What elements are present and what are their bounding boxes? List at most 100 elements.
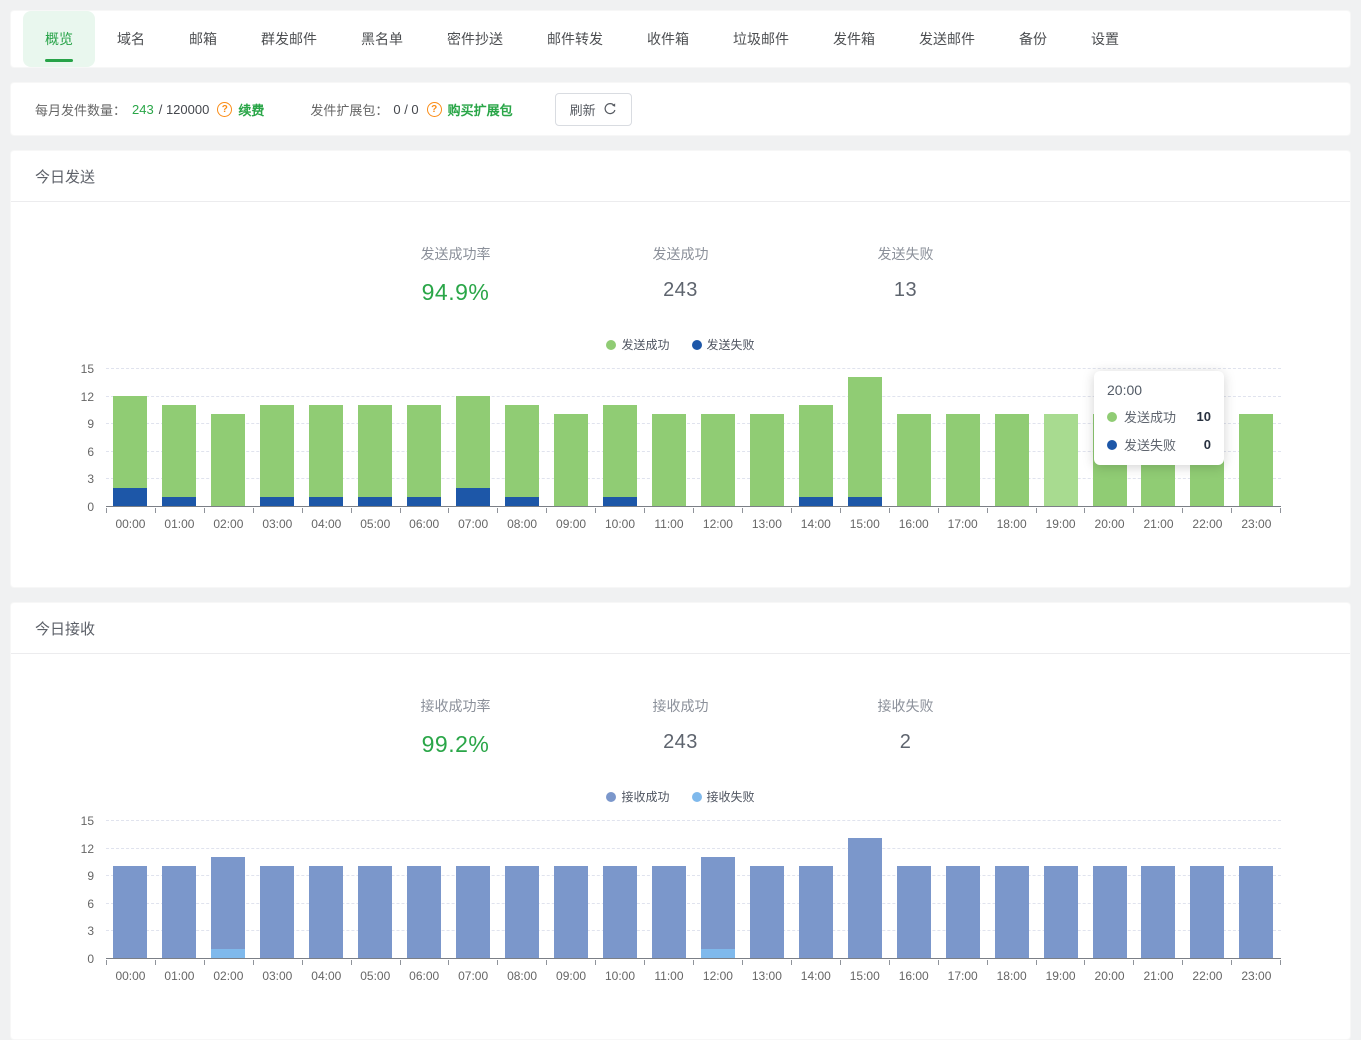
- bar-接收成功-05:00[interactable]: [358, 866, 392, 958]
- bar-接收成功-02:00[interactable]: [211, 857, 245, 949]
- bar-接收成功-04:00[interactable]: [309, 866, 343, 958]
- nav-tab-收件箱[interactable]: 收件箱: [625, 11, 711, 67]
- nav-tab-密件抄送[interactable]: 密件抄送: [425, 11, 525, 67]
- bar-发送成功-08:00[interactable]: [505, 405, 539, 497]
- bars-row: [106, 821, 1281, 958]
- bar-接收成功-00:00[interactable]: [113, 866, 147, 958]
- bar-发送失败-14:00[interactable]: [799, 497, 833, 506]
- bar-发送成功-16:00[interactable]: [897, 414, 931, 506]
- bar-发送成功-01:00[interactable]: [162, 405, 196, 497]
- bar-发送成功-11:00[interactable]: [652, 414, 686, 506]
- bar-接收成功-22:00[interactable]: [1190, 866, 1224, 958]
- x-axis-label: 02:00: [204, 969, 253, 983]
- bar-接收成功-23:00[interactable]: [1239, 866, 1273, 958]
- bar-接收失败-12:00[interactable]: [701, 949, 735, 958]
- bar-接收成功-15:00[interactable]: [848, 838, 882, 958]
- bar-发送成功-17:00[interactable]: [946, 414, 980, 506]
- nav-tab-发送邮件[interactable]: 发送邮件: [897, 11, 997, 67]
- nav-tab-概览[interactable]: 概览: [23, 11, 95, 67]
- legend-item-接收失败[interactable]: 接收失败: [692, 788, 755, 805]
- stat-block: 接收失败2: [793, 696, 1018, 758]
- y-axis-label: 12: [50, 841, 94, 857]
- bar-发送失败-03:00[interactable]: [260, 497, 294, 506]
- bar-发送失败-00:00[interactable]: [113, 488, 147, 506]
- x-axis-ticks: [106, 508, 1281, 513]
- buy-pack-link[interactable]: 购买扩展包: [448, 100, 513, 119]
- stat-block: 发送成功率94.9%: [343, 244, 568, 306]
- bar-发送成功-15:00[interactable]: [848, 377, 882, 497]
- bar-发送失败-08:00[interactable]: [505, 497, 539, 506]
- x-axis-tick: [1231, 508, 1280, 513]
- help-icon[interactable]: ?: [217, 102, 232, 117]
- stat-block: 发送失败13: [793, 244, 1018, 306]
- x-axis-label: 11:00: [644, 517, 693, 531]
- x-axis-tick: [1231, 960, 1280, 965]
- legend-item-接收成功[interactable]: 接收成功: [606, 788, 669, 805]
- bar-接收成功-21:00[interactable]: [1141, 866, 1175, 958]
- bar-接收成功-08:00[interactable]: [505, 866, 539, 958]
- bar-发送成功-00:00[interactable]: [113, 396, 147, 488]
- bar-发送失败-10:00[interactable]: [603, 497, 637, 506]
- bar-发送成功-07:00[interactable]: [456, 396, 490, 488]
- bar-发送成功-13:00[interactable]: [750, 414, 784, 506]
- bar-发送成功-19:00[interactable]: [1044, 414, 1078, 506]
- bar-发送成功-06:00[interactable]: [407, 405, 441, 497]
- bar-接收成功-01:00[interactable]: [162, 866, 196, 958]
- renew-link[interactable]: 续费: [238, 100, 264, 119]
- nav-tab-邮件转发[interactable]: 邮件转发: [525, 11, 625, 67]
- bar-接收失败-02:00[interactable]: [211, 949, 245, 958]
- bar-发送失败-04:00[interactable]: [309, 497, 343, 506]
- nav-tab-群发邮件[interactable]: 群发邮件: [239, 11, 339, 67]
- nav-tab-备份[interactable]: 备份: [997, 11, 1069, 67]
- bar-发送成功-10:00[interactable]: [603, 405, 637, 497]
- bar-接收成功-09:00[interactable]: [554, 866, 588, 958]
- refresh-button[interactable]: 刷新: [555, 93, 632, 126]
- bar-接收成功-17:00[interactable]: [946, 866, 980, 958]
- bar-发送失败-15:00[interactable]: [848, 497, 882, 506]
- nav-tab-邮箱[interactable]: 邮箱: [167, 11, 239, 67]
- bar-发送失败-05:00[interactable]: [358, 497, 392, 506]
- bar-接收成功-11:00[interactable]: [652, 866, 686, 958]
- stat-label: 发送成功率: [343, 244, 568, 264]
- bar-发送成功-02:00[interactable]: [211, 414, 245, 506]
- bar-接收成功-18:00[interactable]: [995, 866, 1029, 958]
- nav-tab-设置[interactable]: 设置: [1069, 11, 1141, 67]
- bar-接收成功-16:00[interactable]: [897, 866, 931, 958]
- legend-item-发送成功[interactable]: 发送成功: [606, 336, 669, 353]
- x-axis-label: 07:00: [449, 517, 498, 531]
- bar-接收成功-14:00[interactable]: [799, 866, 833, 958]
- nav-tab-黑名单[interactable]: 黑名单: [339, 11, 425, 67]
- bar-接收成功-13:00[interactable]: [750, 866, 784, 958]
- bar-发送成功-23:00[interactable]: [1239, 414, 1273, 506]
- bar-发送成功-05:00[interactable]: [358, 405, 392, 497]
- bar-发送成功-14:00[interactable]: [799, 405, 833, 497]
- nav-tab-垃圾邮件[interactable]: 垃圾邮件: [711, 11, 811, 67]
- x-axis-tick: [497, 960, 546, 965]
- bar-发送成功-12:00[interactable]: [701, 414, 735, 506]
- nav-tab-label: 黑名单: [361, 29, 403, 49]
- bar-接收成功-20:00[interactable]: [1093, 866, 1127, 958]
- bar-接收成功-19:00[interactable]: [1044, 866, 1078, 958]
- legend-label: 发送成功: [621, 336, 669, 353]
- bar-发送成功-09:00[interactable]: [554, 414, 588, 506]
- bar-group-01:00: [155, 369, 204, 506]
- nav-tab-域名[interactable]: 域名: [95, 11, 167, 67]
- bar-发送失败-06:00[interactable]: [407, 497, 441, 506]
- legend-item-发送失败[interactable]: 发送失败: [692, 336, 755, 353]
- monthly-quota-used: 243: [132, 102, 154, 117]
- bar-接收成功-12:00[interactable]: [701, 857, 735, 949]
- bar-发送失败-01:00[interactable]: [162, 497, 196, 506]
- bar-接收成功-03:00[interactable]: [260, 866, 294, 958]
- bar-发送失败-07:00[interactable]: [456, 488, 490, 506]
- help-icon[interactable]: ?: [427, 102, 442, 117]
- bar-接收成功-10:00[interactable]: [603, 866, 637, 958]
- bar-发送成功-03:00[interactable]: [260, 405, 294, 497]
- nav-tab-发件箱[interactable]: 发件箱: [811, 11, 897, 67]
- bar-发送成功-04:00[interactable]: [309, 405, 343, 497]
- x-axis-tick: [938, 960, 987, 965]
- bar-发送成功-18:00[interactable]: [995, 414, 1029, 506]
- bar-接收成功-06:00[interactable]: [407, 866, 441, 958]
- chart-tooltip: 20:00 发送成功10发送失败0: [1094, 371, 1224, 465]
- bar-接收成功-07:00[interactable]: [456, 866, 490, 958]
- legend-dot-icon: [692, 340, 702, 350]
